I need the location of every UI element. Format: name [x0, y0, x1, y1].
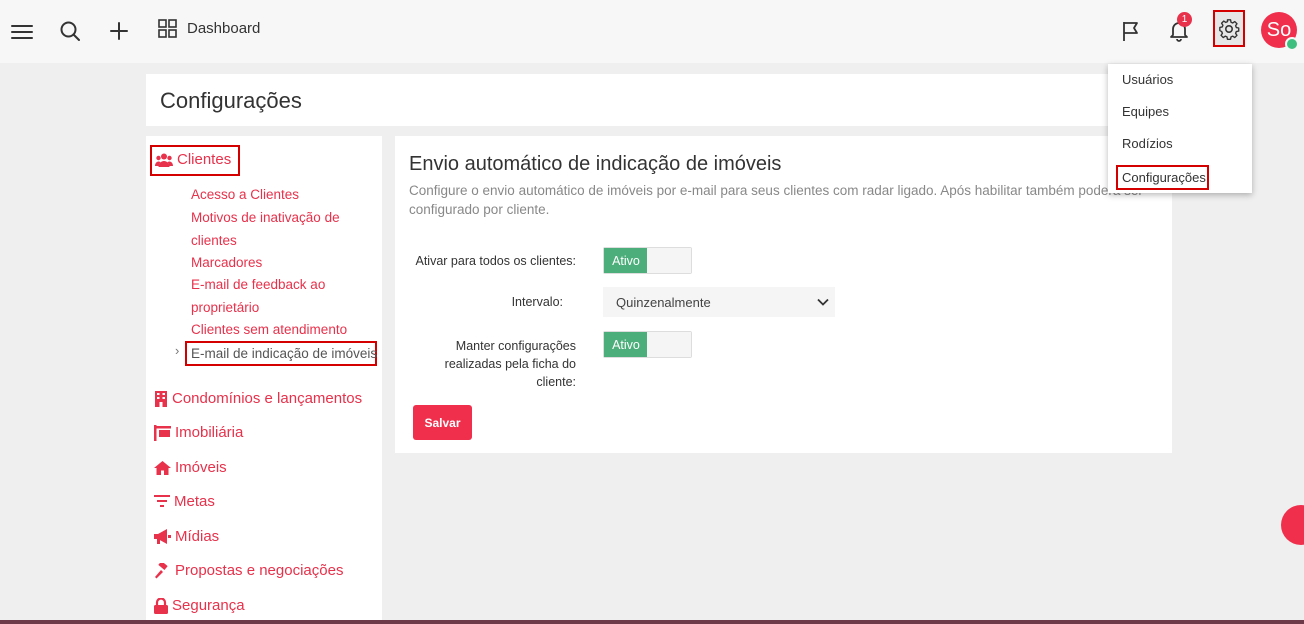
sidebar-item-seguranca[interactable]: Segurança	[154, 597, 245, 614]
sidebar-item-propostas-label: Propostas e negociações	[175, 562, 344, 579]
sidebar-item-imobiliaria-label: Imobiliária	[175, 424, 244, 441]
home-icon	[154, 460, 171, 475]
sidebar-item-midias-label: Mídias	[175, 528, 220, 545]
sidebar-subitem-marcadores[interactable]: Marcadores	[191, 252, 371, 275]
sidebar-subitem-motivos-inativacao[interactable]: Motivos de inativação de clientes	[191, 207, 371, 252]
menu-item-configuracoes[interactable]: Configurações	[1116, 165, 1209, 190]
ativar-toggle[interactable]: Ativo	[603, 247, 692, 274]
notification-badge: 1	[1177, 12, 1192, 27]
sidebar-item-midias[interactable]: Mídias	[154, 528, 219, 545]
page-title-card: Configurações	[146, 74, 1126, 126]
sidebar-item-propostas[interactable]: Propostas e negociações	[154, 562, 343, 579]
filter-icon	[154, 494, 170, 507]
sidebar-item-condominios-label: Condomínios e lançamentos	[172, 390, 363, 407]
flag-icon[interactable]	[1119, 18, 1143, 44]
building-icon	[155, 390, 167, 407]
manter-label: Manter configurações realizadas pela fic…	[444, 339, 576, 389]
add-icon[interactable]	[107, 19, 131, 43]
dashboard-link[interactable]: Dashboard	[158, 19, 260, 38]
dashboard-label: Dashboard	[187, 20, 261, 37]
grid-icon	[158, 19, 177, 38]
chat-fab-button[interactable]	[1281, 505, 1304, 545]
settings-dropdown-menu: Usuários Equipes Rodízios Configurações	[1108, 64, 1252, 193]
gavel-icon	[155, 562, 168, 578]
section-title: Envio automático de indicação de imóveis	[409, 153, 782, 175]
sidebar-item-condominios[interactable]: Condomínios e lançamentos	[154, 390, 362, 407]
menu-item-usuarios[interactable]: Usuários	[1122, 72, 1173, 87]
sign-icon	[154, 424, 171, 441]
manter-toggle-state: Ativo	[604, 332, 648, 357]
sidebar-subitem-email-indicacao[interactable]: E-mail de indicação de imóveis	[185, 341, 377, 366]
save-button[interactable]: Salvar	[413, 405, 472, 440]
sidebar-item-imoveis[interactable]: Imóveis	[154, 459, 227, 476]
online-status-indicator	[1285, 37, 1299, 51]
intervalo-label: Intervalo:	[511, 295, 563, 309]
sidebar-item-metas[interactable]: Metas	[154, 493, 215, 510]
sidebar-subitem-clientes-sem-atendimento[interactable]: Clientes sem atendimento	[191, 319, 371, 342]
intervalo-select[interactable]: Quinzenalmente	[603, 287, 835, 317]
manter-toggle[interactable]: Ativo	[603, 331, 692, 358]
menu-icon[interactable]	[10, 20, 34, 44]
ativar-label: Ativar para todos os clientes:	[415, 254, 577, 268]
bottom-taskbar-edge	[0, 620, 1304, 624]
users-icon	[155, 153, 173, 167]
sidebar-subitem-acesso-clientes[interactable]: Acesso a Clientes	[191, 184, 371, 207]
sidebar-item-imobiliaria[interactable]: Imobiliária	[154, 424, 243, 441]
manter-toggle-knob	[647, 332, 691, 357]
sidebar-subitem-email-feedback[interactable]: E-mail de feedback ao proprietário	[191, 274, 371, 319]
intervalo-value: Quinzenalmente	[616, 294, 711, 310]
lock-icon	[154, 597, 168, 614]
sidebar-item-imoveis-label: Imóveis	[175, 459, 227, 476]
search-icon[interactable]	[58, 19, 82, 43]
chevron-down-icon	[817, 298, 829, 306]
ativar-toggle-knob	[647, 248, 691, 273]
megaphone-icon	[154, 529, 171, 544]
sidebar-item-metas-label: Metas	[174, 493, 215, 510]
section-description: Configure o envio automático de imóveis …	[409, 183, 1143, 217]
main-settings-card: Envio automático de indicação de imóveis…	[395, 136, 1172, 453]
sidebar-item-seguranca-label: Segurança	[172, 597, 245, 614]
sidebar-item-clientes[interactable]: Clientes	[155, 151, 231, 168]
settings-sidebar: Clientes Acesso a Clientes Motivos de in…	[146, 136, 382, 624]
settings-button[interactable]	[1213, 10, 1245, 47]
menu-item-equipes[interactable]: Equipes	[1122, 104, 1169, 119]
chevron-right-icon: ›	[175, 343, 180, 358]
page-title: Configurações	[160, 88, 302, 113]
gear-icon	[1219, 18, 1240, 40]
ativar-toggle-state: Ativo	[604, 248, 648, 273]
top-bar: Dashboard 1 So	[0, 0, 1304, 63]
sidebar-item-clientes-label: Clientes	[177, 151, 232, 168]
menu-item-rodizios[interactable]: Rodízios	[1122, 136, 1173, 151]
